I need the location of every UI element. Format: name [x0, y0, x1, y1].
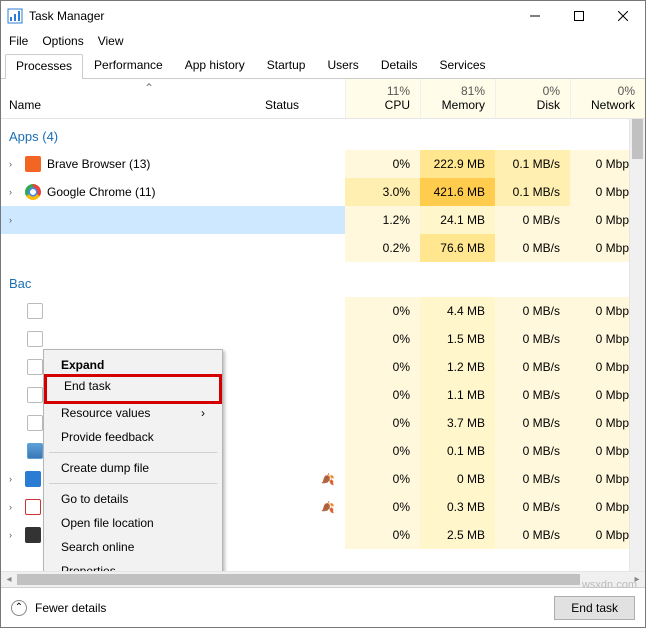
tab-startup[interactable]: Startup	[256, 53, 317, 78]
gaming-services-icon	[25, 527, 41, 543]
separator	[49, 483, 217, 484]
fewer-details-toggle-icon[interactable]: ⌃	[11, 600, 27, 616]
generic-app-icon	[27, 303, 43, 319]
tab-details[interactable]: Details	[370, 53, 429, 78]
ctx-end-task[interactable]: End task	[64, 379, 111, 393]
ctx-create-dump[interactable]: Create dump file	[47, 456, 219, 480]
generic-app-icon	[27, 415, 43, 431]
table-row-selected[interactable]: › 1.2% 24.1 MB 0 MB/s 0 Mbps	[1, 206, 645, 234]
chevron-right-icon[interactable]: ›	[9, 530, 19, 540]
generic-app-icon	[27, 359, 43, 375]
leaf-icon: 🍂	[321, 502, 335, 514]
window-title: Task Manager	[29, 9, 513, 23]
table-row[interactable]: 0.2% 76.6 MB 0 MB/s 0 Mbps	[1, 234, 645, 262]
sort-caret-icon: ⌃	[41, 79, 257, 95]
chevron-right-icon[interactable]: ›	[9, 215, 19, 225]
tab-app-history[interactable]: App history	[174, 53, 256, 78]
leaf-icon: 🍂	[321, 474, 335, 486]
tab-processes[interactable]: Processes	[5, 54, 83, 79]
group-apps: Apps (4)	[1, 119, 645, 150]
watermark: wsxdn.com	[582, 579, 637, 591]
ctx-open-location[interactable]: Open file location	[47, 511, 219, 535]
hscrollbar-thumb[interactable]	[17, 574, 580, 585]
process-list: Apps (4) ›Brave Browser (13) 0% 222.9 MB…	[1, 119, 645, 571]
tabs: Processes Performance App history Startu…	[1, 51, 645, 79]
ctx-provide-feedback[interactable]: Provide feedback	[47, 425, 219, 449]
column-headers: Name ⌃ Status 11%CPU 81%Memory 0%Disk 0%…	[1, 79, 645, 119]
separator	[49, 452, 217, 453]
table-row[interactable]: ›Google Chrome (11) 3.0% 421.6 MB 0.1 MB…	[1, 178, 645, 206]
ctx-search-online[interactable]: Search online	[47, 535, 219, 559]
menu-view[interactable]: View	[98, 34, 124, 48]
col-name[interactable]: Name ⌃	[1, 79, 265, 118]
brave-icon	[25, 156, 41, 172]
chrome-icon	[25, 184, 41, 200]
titlebar: Task Manager	[1, 1, 645, 31]
chevron-right-icon[interactable]: ›	[9, 474, 19, 484]
chevron-right-icon[interactable]: ›	[9, 502, 19, 512]
minimize-button[interactable]	[513, 1, 557, 31]
fod-icon	[27, 443, 43, 459]
scroll-left-icon[interactable]: ◂	[1, 572, 17, 587]
films-tv-icon	[25, 499, 41, 515]
menu-file[interactable]: File	[9, 34, 28, 48]
ctx-properties[interactable]: Properties	[47, 559, 219, 571]
highlight-end-task: End task	[44, 374, 222, 404]
chevron-right-icon[interactable]: ›	[9, 187, 19, 197]
footer: ⌃ Fewer details End task	[1, 587, 645, 627]
generic-app-icon	[27, 387, 43, 403]
menu-options[interactable]: Options	[42, 34, 83, 48]
process-name: Google Chrome (11)	[47, 185, 156, 199]
ctx-resource-values[interactable]: Resource values›	[47, 401, 219, 425]
col-cpu[interactable]: 11%CPU	[345, 79, 420, 118]
context-menu: Expand End task Resource values› Provide…	[43, 349, 223, 571]
close-button[interactable]	[601, 1, 645, 31]
scrollbar-thumb[interactable]	[632, 119, 643, 159]
table-row[interactable]: 0%4.4 MB0 MB/s0 Mbps	[1, 297, 645, 325]
task-manager-window: Task Manager File Options View Processes…	[0, 0, 646, 628]
col-memory[interactable]: 81%Memory	[420, 79, 495, 118]
vertical-scrollbar[interactable]	[629, 119, 645, 571]
group-background: Bac	[1, 262, 645, 297]
ctx-go-to-details[interactable]: Go to details	[47, 487, 219, 511]
horizontal-scrollbar[interactable]: ◂ ▸	[1, 571, 645, 587]
app-icon	[7, 8, 23, 24]
tab-services[interactable]: Services	[429, 53, 497, 78]
col-status[interactable]: Status	[265, 79, 345, 118]
chevron-right-icon[interactable]: ›	[9, 159, 19, 169]
fewer-details-label[interactable]: Fewer details	[35, 601, 106, 615]
end-task-button[interactable]: End task	[554, 596, 635, 620]
col-disk[interactable]: 0%Disk	[495, 79, 570, 118]
process-name: Brave Browser (13)	[47, 157, 150, 171]
generic-app-icon	[27, 331, 43, 347]
feeds-icon	[25, 471, 41, 487]
menubar: File Options View	[1, 31, 645, 51]
table-row[interactable]: ›Brave Browser (13) 0% 222.9 MB 0.1 MB/s…	[1, 150, 645, 178]
col-network[interactable]: 0%Network	[570, 79, 645, 118]
tab-users[interactable]: Users	[316, 53, 369, 78]
tab-performance[interactable]: Performance	[83, 53, 174, 78]
maximize-button[interactable]	[557, 1, 601, 31]
chevron-right-icon: ›	[201, 406, 205, 420]
